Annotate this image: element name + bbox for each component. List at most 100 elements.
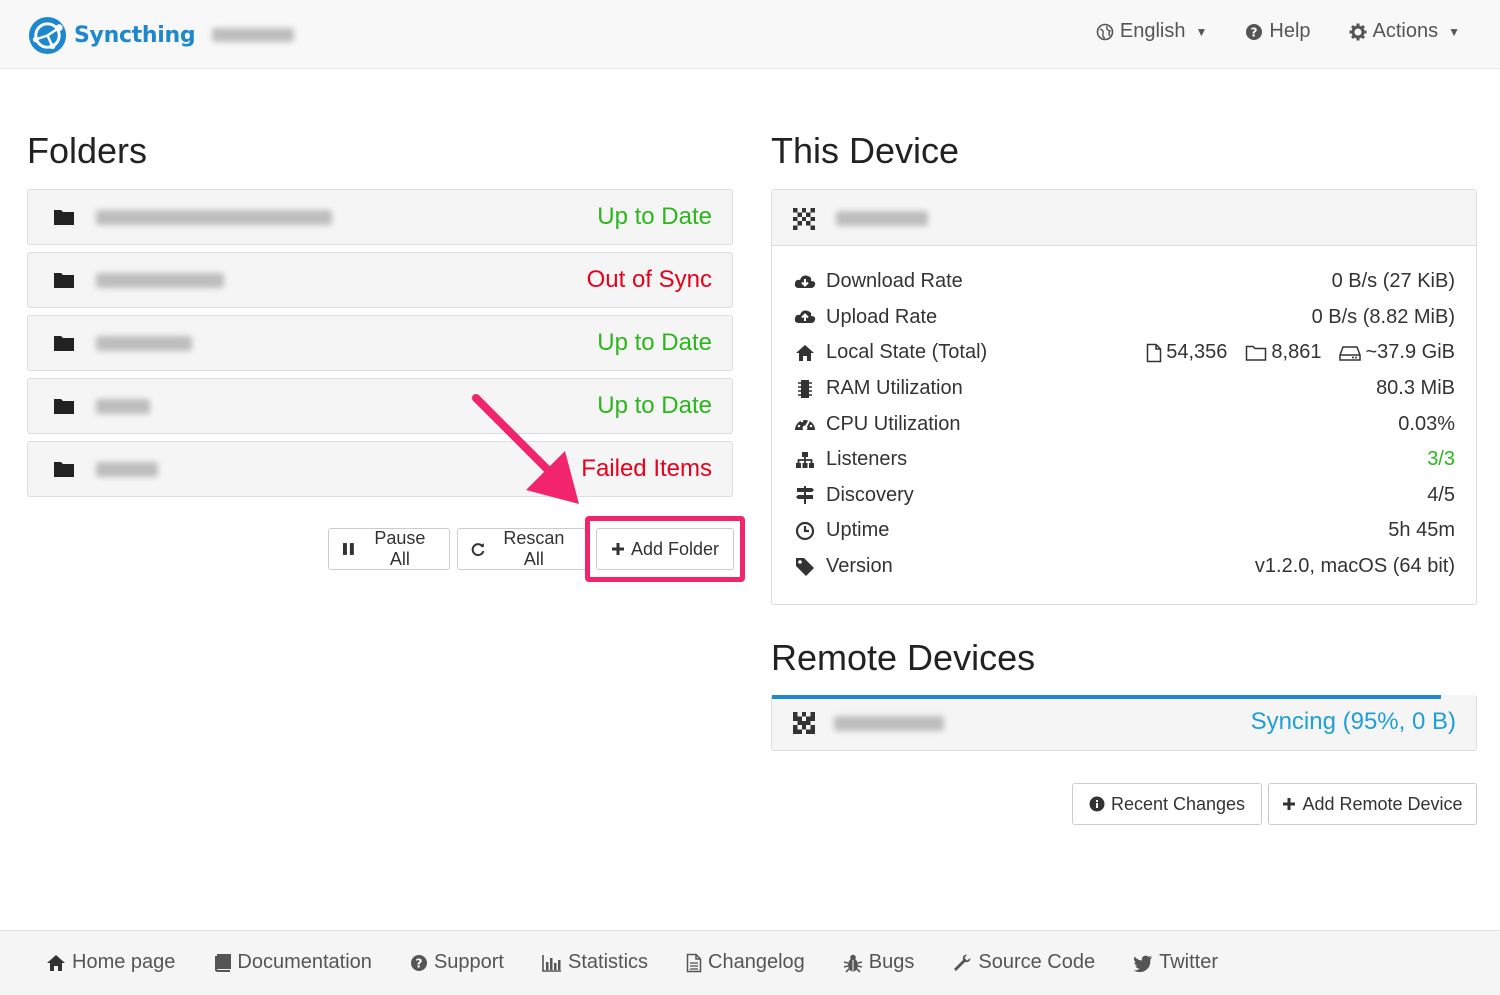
- stat-value-text: 5h 45m: [1388, 519, 1455, 542]
- folder-row[interactable]: Up to Date: [27, 189, 733, 245]
- stat-row: Download Rate 0 B/s (27 KiB): [794, 264, 1455, 300]
- footer-link-source-code[interactable]: Source Code: [952, 951, 1095, 974]
- chevron-down-icon: ▼: [1195, 24, 1208, 39]
- local-size: ~37.9 GiB: [1339, 341, 1455, 364]
- footer-link-support[interactable]: ? Support: [410, 951, 504, 974]
- footer-link-label: Changelog: [708, 951, 805, 973]
- folder-row[interactable]: Up to Date: [27, 315, 733, 371]
- folder-name-redacted: [96, 273, 224, 288]
- footer-link-label: Support: [433, 951, 504, 973]
- stat-value: 3/3: [1427, 448, 1455, 471]
- rescan-all-button[interactable]: Rescan All: [457, 528, 589, 570]
- stat-value: 80.3 MiB: [1376, 377, 1455, 400]
- highlight-box: [585, 516, 745, 582]
- folder-name-redacted: [96, 336, 192, 351]
- language-label: English: [1119, 20, 1186, 42]
- local-size-value: ~37.9 GiB: [1365, 341, 1455, 364]
- footer-link-changelog[interactable]: Changelog: [686, 951, 805, 974]
- stat-value-text: 80.3 MiB: [1376, 377, 1455, 400]
- help-label: Help: [1269, 20, 1311, 42]
- footer-link-statistics[interactable]: Statistics: [542, 951, 648, 974]
- folder-name-redacted: [96, 210, 332, 225]
- stat-value: 54,356 8,861 ~37.9 GiB: [1132, 341, 1455, 364]
- remote-device-name-redacted: [834, 716, 944, 731]
- stat-label: CPU Utilization: [826, 412, 961, 435]
- brand-name: Syncthing: [74, 22, 196, 48]
- this-device-header[interactable]: [772, 190, 1476, 246]
- footer-link-home-page[interactable]: Home page: [46, 951, 175, 974]
- stat-label: Version: [826, 555, 893, 578]
- remote-sync-progress-bar: [772, 695, 1441, 699]
- local-dirs-count: 8,861: [1271, 341, 1322, 364]
- folder-status: Up to Date: [597, 329, 712, 356]
- this-device-name-redacted: [836, 211, 928, 226]
- stat-value-text: 0.03%: [1398, 412, 1455, 435]
- sitemap-icon: [794, 450, 816, 470]
- stat-value-text: 3/3: [1427, 448, 1455, 471]
- add-remote-device-button[interactable]: Add Remote Device: [1268, 783, 1477, 825]
- pause-all-button[interactable]: Pause All: [328, 528, 450, 570]
- bar-chart-icon: [542, 954, 562, 972]
- stat-value: 5h 45m: [1388, 519, 1455, 542]
- footer-link-bugs[interactable]: Bugs: [843, 951, 914, 974]
- hard-drive-icon: [1339, 344, 1362, 362]
- stat-label: Uptime: [826, 519, 890, 542]
- actions-menu[interactable]: Actions ▼: [1349, 20, 1460, 43]
- recent-changes-button[interactable]: Recent Changes: [1072, 783, 1262, 825]
- remote-device-panel[interactable]: Syncing (95%, 0 B): [771, 695, 1477, 751]
- folder-status: Up to Date: [597, 392, 712, 419]
- stat-row: RAM Utilization 80.3 MiB: [794, 371, 1455, 407]
- chevron-down-icon: ▼: [1448, 24, 1460, 39]
- remote-devices-heading: Remote Devices: [771, 637, 1036, 678]
- help-link[interactable]: ? Help: [1245, 20, 1311, 43]
- stat-value: v1.2.0, macOS (64 bit): [1255, 555, 1455, 578]
- tag-icon: [794, 557, 816, 577]
- stat-value-text: 0 B/s (27 KiB): [1331, 270, 1455, 293]
- folder-status: Out of Sync: [586, 266, 712, 293]
- remote-sync-status: Syncing (95%, 0 B): [1250, 708, 1456, 735]
- stat-label: Upload Rate: [826, 305, 938, 328]
- brand[interactable]: Syncthing: [27, 14, 196, 56]
- info-circle-icon: [1089, 796, 1105, 812]
- footer-link-label: Statistics: [568, 951, 649, 973]
- pause-icon: [342, 543, 354, 555]
- add-remote-device-label: Add Remote Device: [1302, 793, 1463, 814]
- stat-value-text: 0 B/s (8.82 MiB): [1311, 305, 1455, 328]
- stat-row: Upload Rate 0 B/s (8.82 MiB): [794, 300, 1455, 336]
- recent-changes-label: Recent Changes: [1110, 793, 1246, 814]
- question-circle-icon: ?: [1246, 23, 1263, 40]
- cloud-upload-icon: [794, 307, 816, 327]
- folder-icon: [53, 334, 75, 352]
- stat-value: 0.03%: [1398, 413, 1455, 436]
- folder-status: Up to Date: [597, 203, 712, 230]
- plus-icon: [1283, 798, 1296, 810]
- local-files: 54,356: [1146, 341, 1227, 364]
- footer-link-label: Documentation: [237, 951, 372, 973]
- footer-link-label: Twitter: [1159, 951, 1219, 973]
- language-menu[interactable]: English ▼: [1096, 20, 1208, 43]
- footer-links: Home page Documentation ? Support Statistics…: [46, 951, 1218, 974]
- cloud-download-icon: [794, 272, 816, 292]
- folder-name-redacted: [96, 462, 158, 477]
- twitter-icon: [1133, 954, 1153, 972]
- device-identicon-icon: [793, 208, 815, 230]
- folder-icon: [53, 397, 75, 415]
- stat-row: Version v1.2.0, macOS (64 bit): [794, 549, 1455, 585]
- folder-icon: [53, 208, 75, 226]
- wrench-icon: [952, 953, 972, 973]
- stat-row: Listeners 3/3: [794, 442, 1455, 478]
- stat-label: RAM Utilization: [826, 377, 963, 400]
- footer-link-twitter[interactable]: Twitter: [1133, 951, 1218, 974]
- syncthing-logo-icon: [28, 16, 67, 54]
- home-icon: [46, 954, 66, 972]
- remote-identicon-icon: [793, 712, 815, 734]
- folder-icon: [53, 460, 75, 478]
- home-icon: [794, 343, 816, 363]
- footer-link-documentation[interactable]: Documentation: [213, 951, 372, 974]
- dashboard-icon: [794, 414, 816, 434]
- folder-row[interactable]: Out of Sync: [27, 252, 733, 308]
- folder-row[interactable]: Failed Items: [27, 441, 733, 497]
- folder-icon: [53, 271, 75, 289]
- stat-value: 4/5: [1427, 484, 1455, 507]
- folder-row[interactable]: Up to Date: [27, 378, 733, 434]
